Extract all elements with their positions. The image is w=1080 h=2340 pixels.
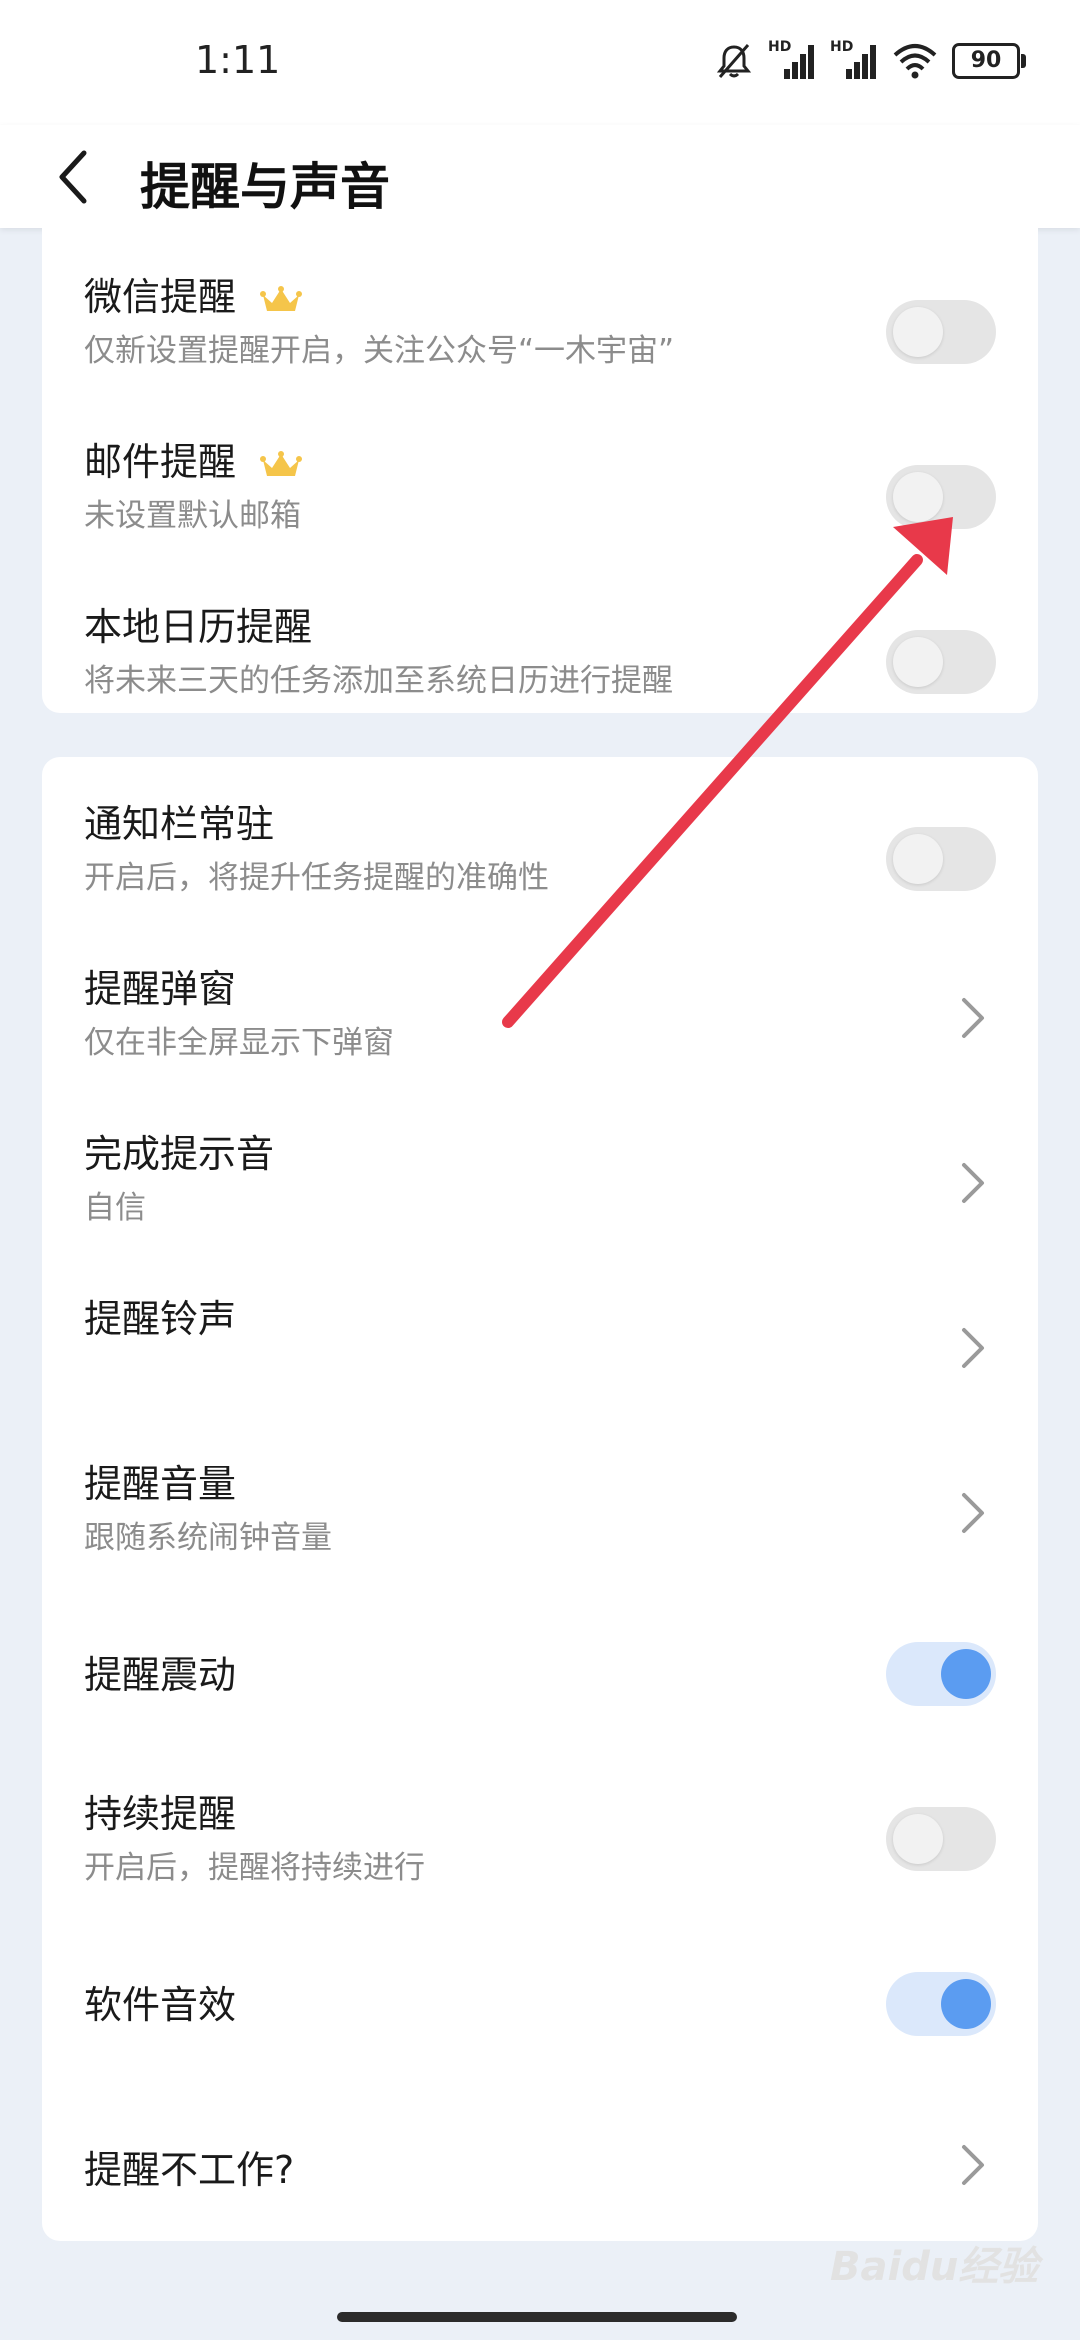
persistent-notification-toggle[interactable] [886,827,996,891]
crown-icon [260,450,303,476]
battery-icon: 90 [952,43,1026,79]
status-bar: 1:11 HD HD 90 [0,0,1080,125]
setting-row-ringtone[interactable]: 提醒铃声 [42,1262,1038,1427]
setting-label: 通知栏常驻 [84,802,275,846]
setting-label: 持续提醒 [84,1792,237,1836]
toggle-knob [893,834,943,884]
setting-subtitle: 未设置默认邮箱 [84,498,301,534]
setting-subtitle: 跟随系统闹钟音量 [84,1520,332,1556]
setting-row-wechat[interactable]: 微信提醒 仅新设置提醒开启，关注公众号“一木宇宙” [42,240,1038,405]
toggle-knob [941,1979,991,2029]
setting-subtitle: 仅在非全屏显示下弹窗 [84,1025,394,1061]
setting-label: 软件音效 [84,1983,237,2027]
chevron-right-icon [962,998,984,1038]
sound-effects-toggle[interactable] [886,1972,996,2036]
setting-subtitle: 将未来三天的任务添加至系统日历进行提醒 [84,663,673,699]
continuous-reminder-toggle[interactable] [886,1807,996,1871]
setting-subtitle: 开启后，提醒将持续进行 [84,1850,425,1886]
setting-row-vibration[interactable]: 提醒震动 [42,1592,1038,1757]
setting-row-popup[interactable]: 提醒弹窗 仅在非全屏显示下弹窗 [42,932,1038,1097]
setting-row-email[interactable]: 邮件提醒 未设置默认邮箱 [42,405,1038,570]
toggle-knob [893,637,943,687]
setting-row-complete-sound[interactable]: 完成提示音 自信 [42,1097,1038,1262]
chevron-left-icon[interactable] [48,145,104,209]
watermark-logo: Baidu经验 [830,2244,1039,2290]
setting-label: 邮件提醒 [84,431,303,486]
status-time: 1:11 [195,38,281,82]
setting-row-not-working[interactable]: 提醒不工作? [42,2087,1038,2252]
page-title: 提醒与声音 [140,158,390,216]
home-indicator[interactable] [337,2312,737,2322]
toggle-knob [893,1814,943,1864]
settings-group-notification: 通知栏常驻 开启后，将提升任务提醒的准确性 提醒弹窗 仅在非全屏显示下弹窗 完成… [42,757,1038,2241]
signal-icon: HD [830,39,878,81]
chevron-right-icon [962,1328,984,1368]
setting-label: 完成提示音 [84,1132,275,1176]
email-reminder-toggle[interactable] [886,465,996,529]
settings-group-reminders: 微信提醒 仅新设置提醒开启，关注公众号“一木宇宙” 邮件提醒 未设置默认邮箱 本… [42,210,1038,713]
setting-row-continuous[interactable]: 持续提醒 开启后，提醒将持续进行 [42,1757,1038,1922]
setting-label: 本地日历提醒 [84,605,313,649]
setting-label: 提醒音量 [84,1462,237,1506]
vibration-toggle[interactable] [886,1642,996,1706]
mute-icon [716,44,752,78]
wechat-reminder-toggle[interactable] [886,300,996,364]
setting-label: 提醒铃声 [84,1297,237,1341]
setting-subtitle: 仅新设置提醒开启，关注公众号“一木宇宙” [84,333,675,369]
setting-label: 提醒震动 [84,1653,237,1697]
crown-icon [260,285,303,311]
setting-label-text: 邮件提醒 [84,440,237,484]
chevron-right-icon [962,1493,984,1533]
setting-row-persistent[interactable]: 通知栏常驻 开启后，将提升任务提醒的准确性 [42,767,1038,932]
toggle-knob [893,307,943,357]
wifi-icon [893,44,937,79]
setting-subtitle: 开启后，将提升任务提醒的准确性 [84,860,549,896]
calendar-reminder-toggle[interactable] [886,630,996,694]
chevron-right-icon [962,2145,984,2185]
toggle-knob [893,472,943,522]
setting-row-sound-effects[interactable]: 软件音效 [42,1922,1038,2087]
setting-label: 提醒不工作? [84,2148,295,2192]
setting-subtitle: 自信 [84,1190,146,1226]
setting-label: 提醒弹窗 [84,967,237,1011]
signal-icon: HD [768,39,816,81]
setting-row-calendar[interactable]: 本地日历提醒 将未来三天的任务添加至系统日历进行提醒 [42,570,1038,735]
status-icons: HD HD 90 [714,36,1026,86]
setting-row-volume[interactable]: 提醒音量 跟随系统闹钟音量 [42,1427,1038,1592]
chevron-right-icon [962,1163,984,1203]
setting-label-text: 微信提醒 [84,275,237,319]
toggle-knob [941,1649,991,1699]
setting-label: 微信提醒 [84,266,303,321]
